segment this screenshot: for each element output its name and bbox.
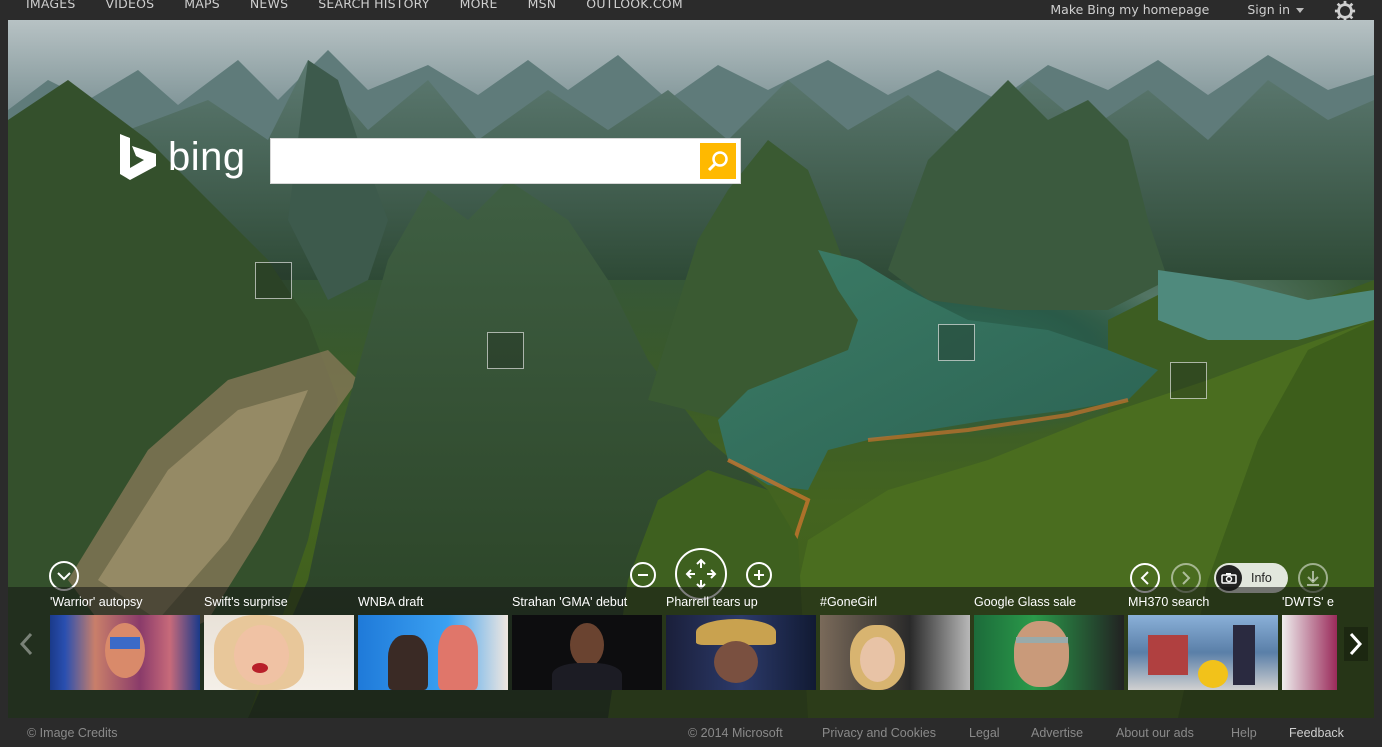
news-title: Pharrell tears up	[666, 595, 758, 609]
news-thumbnail	[204, 615, 354, 690]
news-thumbnail	[1282, 615, 1337, 690]
feedback-link[interactable]: Feedback	[1289, 726, 1344, 740]
help-link[interactable]: Help	[1231, 726, 1257, 740]
news-tile[interactable]: WNBA draft	[358, 587, 508, 697]
nav-images[interactable]: IMAGES	[26, 0, 76, 11]
news-tile[interactable]: Google Glass sale	[974, 587, 1124, 697]
carousel-next-button[interactable]	[1344, 627, 1368, 661]
news-thumbnail	[666, 615, 816, 690]
chevron-left-icon	[1140, 571, 1149, 585]
chevron-left-icon	[19, 632, 33, 656]
chevron-down-icon	[57, 572, 71, 581]
nav-more[interactable]: MORE	[460, 0, 498, 11]
nav-maps[interactable]: MAPS	[184, 0, 220, 11]
news-thumbnail	[974, 615, 1124, 690]
nav-videos[interactable]: VIDEOS	[106, 0, 155, 11]
advertise-link[interactable]: Advertise	[1031, 726, 1083, 740]
minus-icon	[638, 574, 648, 576]
news-title: Swift's surprise	[204, 595, 288, 609]
make-homepage-link[interactable]: Make Bing my homepage	[1050, 2, 1209, 17]
plus-icon	[754, 570, 764, 580]
top-nav: IMAGES VIDEOS MAPS NEWS SEARCH HISTORY M…	[26, 0, 713, 11]
privacy-link[interactable]: Privacy and Cookies	[822, 726, 936, 740]
nav-outlook[interactable]: OUTLOOK.COM	[586, 0, 683, 11]
news-title: WNBA draft	[358, 595, 424, 609]
footer: © Image Credits © 2014 Microsoft Privacy…	[0, 718, 1382, 747]
news-thumbnail	[820, 615, 970, 690]
legal-link[interactable]: Legal	[969, 726, 1000, 740]
chevron-down-icon	[1296, 7, 1304, 13]
top-bar: IMAGES VIDEOS MAPS NEWS SEARCH HISTORY M…	[0, 0, 1382, 22]
top-right: Make Bing my homepage Sign in	[1050, 0, 1382, 22]
hotspot-4[interactable]	[1170, 362, 1207, 399]
news-carousel: 'Warrior' autopsy Swift's surprise WNBA …	[8, 587, 1374, 718]
news-tile[interactable]: Pharrell tears up	[666, 587, 816, 697]
about-ads-link[interactable]: About our ads	[1116, 726, 1194, 740]
zoom-in-button[interactable]	[746, 562, 772, 588]
news-thumbnail	[358, 615, 508, 690]
chevron-right-icon	[1349, 632, 1363, 656]
news-title: MH370 search	[1128, 595, 1210, 609]
info-label: Info	[1251, 571, 1272, 585]
search-button[interactable]	[700, 143, 736, 179]
bing-logo[interactable]: bing	[118, 132, 246, 182]
news-tile[interactable]: Strahan 'GMA' debut	[512, 587, 662, 697]
news-title: #GoneGirl	[820, 595, 877, 609]
news-tile[interactable]: 'Warrior' autopsy	[50, 587, 200, 697]
chevron-right-icon	[1182, 571, 1191, 585]
sign-in-label: Sign in	[1247, 1, 1290, 17]
image-credits-link[interactable]: © Image Credits	[27, 726, 118, 740]
sign-in-menu[interactable]: Sign in	[1247, 2, 1304, 17]
news-title: Google Glass sale	[974, 595, 1077, 609]
news-title: 'DWTS' e	[1282, 595, 1334, 609]
search-input[interactable]	[279, 141, 703, 183]
news-title: Strahan 'GMA' debut	[512, 595, 628, 609]
news-thumbnail	[1128, 615, 1278, 690]
news-thumbnail	[50, 615, 200, 690]
nav-search-history[interactable]: SEARCH HISTORY	[318, 0, 429, 11]
copyright-text: © 2014 Microsoft	[688, 726, 783, 740]
news-tile[interactable]: #GoneGirl	[820, 587, 970, 697]
nav-news[interactable]: NEWS	[250, 0, 288, 11]
hotspot-3[interactable]	[938, 324, 975, 361]
bing-b-icon	[120, 134, 156, 180]
nav-msn[interactable]: MSN	[528, 0, 557, 11]
hotspot-1[interactable]	[255, 262, 292, 299]
download-icon	[1307, 571, 1319, 586]
search-box	[270, 138, 741, 184]
zoom-out-button[interactable]	[630, 562, 656, 588]
news-title: 'Warrior' autopsy	[50, 595, 143, 609]
move-arrows-icon	[685, 558, 717, 590]
search-icon	[707, 151, 728, 172]
gear-icon[interactable]	[1334, 0, 1356, 22]
carousel-prev-button[interactable]	[14, 627, 38, 661]
hotspot-2[interactable]	[487, 332, 524, 369]
news-tile[interactable]: MH370 search	[1128, 587, 1278, 697]
news-tile[interactable]: Swift's surprise	[204, 587, 354, 697]
news-thumbnail	[512, 615, 662, 690]
bing-wordmark: bing	[168, 134, 246, 179]
